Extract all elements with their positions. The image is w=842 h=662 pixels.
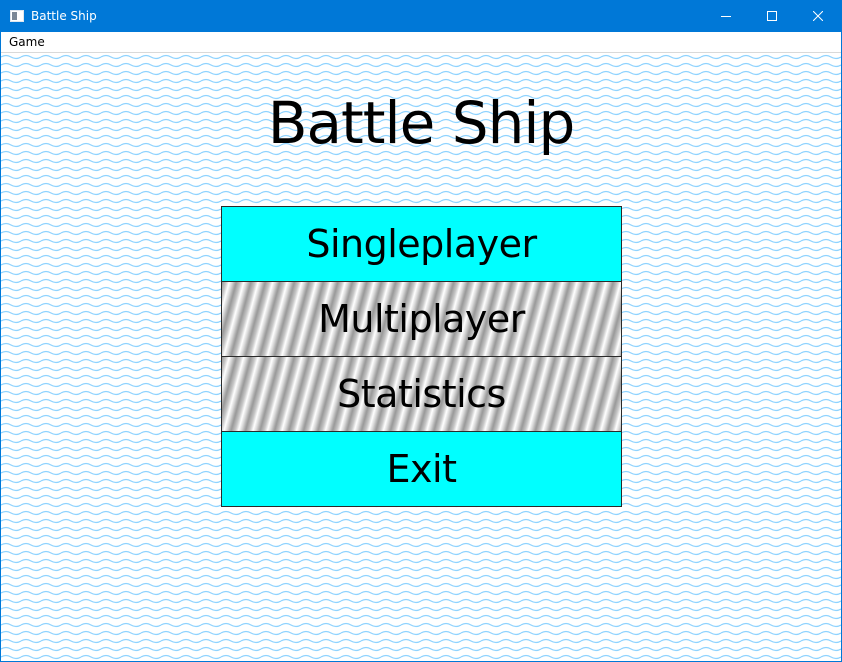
minimize-icon [721, 16, 731, 17]
title-bar[interactable]: Battle Ship [1, 1, 841, 32]
close-icon [813, 11, 823, 21]
multiplayer-button[interactable]: Multiplayer [221, 281, 622, 357]
minimize-button[interactable] [703, 1, 749, 32]
main-menu: Singleplayer Multiplayer Statistics Exit [221, 206, 622, 507]
exit-button[interactable]: Exit [221, 431, 622, 507]
statistics-button[interactable]: Statistics [221, 356, 622, 432]
menu-bar: Game [1, 32, 841, 53]
app-window-icon [10, 10, 24, 22]
close-button[interactable] [795, 1, 841, 32]
window-title: Battle Ship [31, 9, 97, 23]
maximize-icon [767, 11, 777, 21]
app-window: Battle Ship Game Battle Ship Singleplaye… [0, 0, 842, 662]
game-title: Battle Ship [267, 89, 576, 157]
menu-item-game[interactable]: Game [9, 35, 45, 50]
singleplayer-button[interactable]: Singleplayer [221, 206, 622, 282]
main-content: Battle Ship Singleplayer Multiplayer Sta… [1, 53, 841, 661]
maximize-button[interactable] [749, 1, 795, 32]
